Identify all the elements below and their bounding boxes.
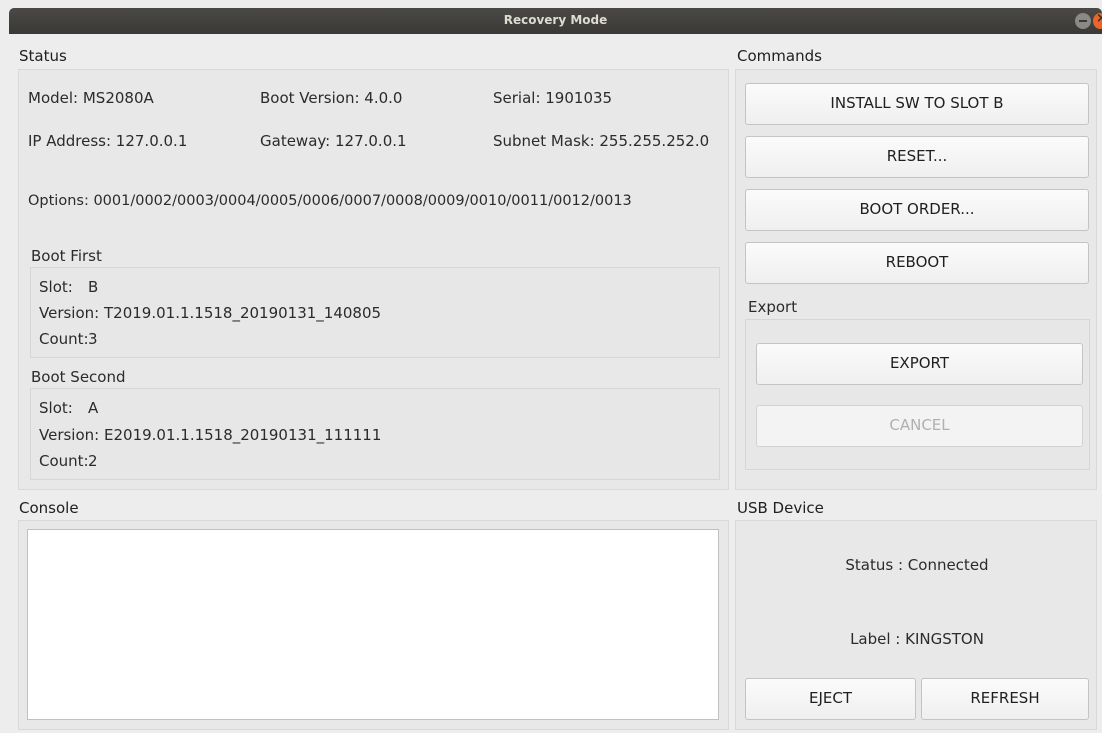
window-title: Recovery Mode — [503, 13, 608, 27]
status-title: Status — [19, 47, 67, 65]
cancel-button[interactable]: CANCEL — [756, 405, 1083, 447]
minimize-icon[interactable] — [1075, 13, 1091, 29]
reset-button[interactable]: RESET... — [745, 136, 1089, 178]
gateway-label: Gateway: 127.0.0.1 — [260, 132, 407, 150]
console-output[interactable] — [27, 529, 719, 720]
commands-group: INSTALL SW TO SLOT B RESET... BOOT ORDER… — [735, 69, 1097, 490]
close-icon[interactable] — [1093, 11, 1102, 29]
eject-button[interactable]: EJECT — [745, 678, 916, 720]
refresh-button[interactable]: REFRESH — [921, 678, 1089, 720]
boot-second-title: Boot Second — [31, 368, 126, 386]
reboot-button[interactable]: REBOOT — [745, 242, 1089, 284]
serial-label: Serial: 1901035 — [493, 89, 613, 107]
boot-second-count: Count:2 — [39, 452, 98, 470]
export-group: EXPORT CANCEL — [745, 319, 1090, 470]
ip-address-label: IP Address: 127.0.0.1 — [28, 132, 188, 150]
status-group: Model: MS2080A Boot Version: 4.0.0 Seria… — [18, 69, 729, 490]
boot-first-version: Version: T2019.01.1.1518_20190131_140805 — [39, 304, 382, 322]
boot-first-title: Boot First — [31, 247, 102, 265]
subnet-mask-label: Subnet Mask: 255.255.252.0 — [493, 132, 710, 150]
boot-first-slot: Slot: B — [39, 278, 99, 296]
boot-first-count: Count:3 — [39, 330, 98, 348]
install-sw-button[interactable]: INSTALL SW TO SLOT B — [745, 83, 1089, 125]
export-button[interactable]: EXPORT — [756, 343, 1083, 385]
boot-version-label: Boot Version: 4.0.0 — [260, 89, 403, 107]
options-label: Options: 0001/0002/0003/0004/0005/0006/0… — [28, 193, 632, 209]
commands-title: Commands — [737, 47, 822, 65]
title-bar[interactable]: Recovery Mode — [9, 8, 1102, 34]
usb-status-label: Status : Connected — [845, 556, 989, 574]
export-title: Export — [748, 298, 798, 316]
recovery-window: Recovery Mode Status Model: MS2080A Boot… — [0, 0, 1102, 733]
boot-first-group: Slot: B Version: T2019.01.1.1518_20190131… — [30, 267, 720, 358]
model-label: Model: MS2080A — [28, 89, 154, 107]
usb-label-label: Label : KINGSTON — [850, 630, 984, 648]
usb-device-title: USB Device — [737, 499, 824, 517]
console-title: Console — [19, 499, 79, 517]
boot-second-version: Version: E2019.01.1.1518_20190131_111111 — [39, 426, 382, 444]
boot-order-button[interactable]: BOOT ORDER... — [745, 189, 1089, 231]
boot-second-group: Slot: A Version: E2019.01.1.1518_20190131… — [30, 388, 720, 480]
usb-device-group: Status : Connected Label : KINGSTON EJEC… — [735, 520, 1097, 730]
boot-second-slot: Slot: A — [39, 399, 99, 417]
